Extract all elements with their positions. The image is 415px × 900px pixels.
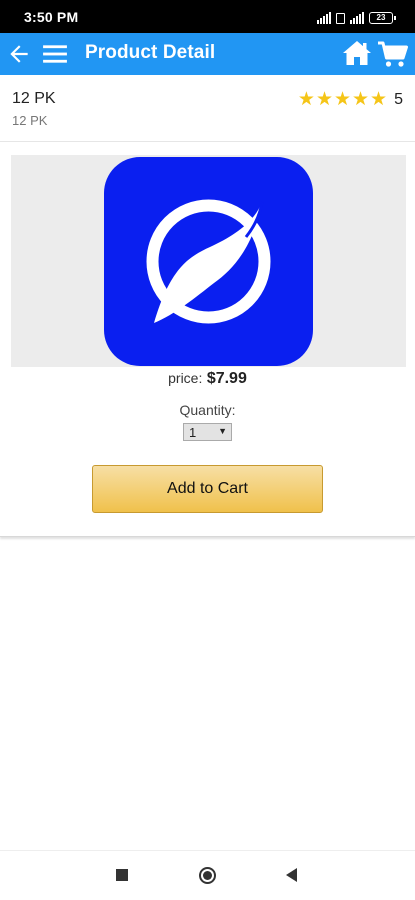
status-bar: 3:50 PM 23: [0, 0, 415, 33]
product-name: 12 PK: [12, 90, 56, 107]
shopping-cart-icon[interactable]: [377, 39, 409, 69]
sim-icon: [336, 13, 345, 24]
home-circle-icon[interactable]: [199, 867, 216, 884]
star-rating-icon: ★★★★★: [297, 89, 389, 110]
back-arrow-icon[interactable]: [6, 41, 32, 67]
product-card: price: $7.99 Quantity: 1 ▼ Add to Cart: [0, 145, 415, 537]
product-rating: ★★★★★ 5: [298, 88, 403, 111]
rating-value: 5: [394, 90, 403, 108]
quantity-value: 1: [189, 425, 197, 440]
back-triangle-icon[interactable]: [286, 868, 297, 882]
product-logo-icon: [104, 157, 313, 366]
status-time: 3:50 PM: [24, 9, 79, 25]
home-icon[interactable]: [341, 38, 373, 68]
recent-apps-icon[interactable]: [116, 869, 128, 881]
screen: 3:50 PM 23 Product Detail 12 PK 12 PK ★★…: [0, 0, 415, 900]
battery-icon: 23: [369, 12, 396, 24]
quantity-select[interactable]: 1 ▼: [183, 423, 232, 441]
system-nav-bar: [0, 850, 415, 900]
quantity-label: Quantity:: [179, 402, 236, 418]
dropdown-arrow-icon: ▼: [218, 426, 227, 436]
price-value: $7.99: [206, 370, 247, 387]
status-icons: 23: [317, 10, 396, 24]
price-label: price:: [168, 370, 203, 386]
app-bar: Product Detail: [0, 33, 415, 75]
price-line: price: $7.99: [0, 370, 415, 388]
page-title: Product Detail: [85, 42, 216, 63]
signal-icon: [317, 12, 331, 24]
signal-4g-icon: [350, 12, 364, 24]
product-subtitle: 12 PK: [12, 113, 48, 128]
product-header: 12 PK 12 PK ★★★★★ 5: [0, 75, 415, 142]
hamburger-menu-icon[interactable]: [42, 43, 68, 65]
product-image-area: [11, 155, 406, 367]
add-to-cart-button[interactable]: Add to Cart: [92, 465, 323, 513]
